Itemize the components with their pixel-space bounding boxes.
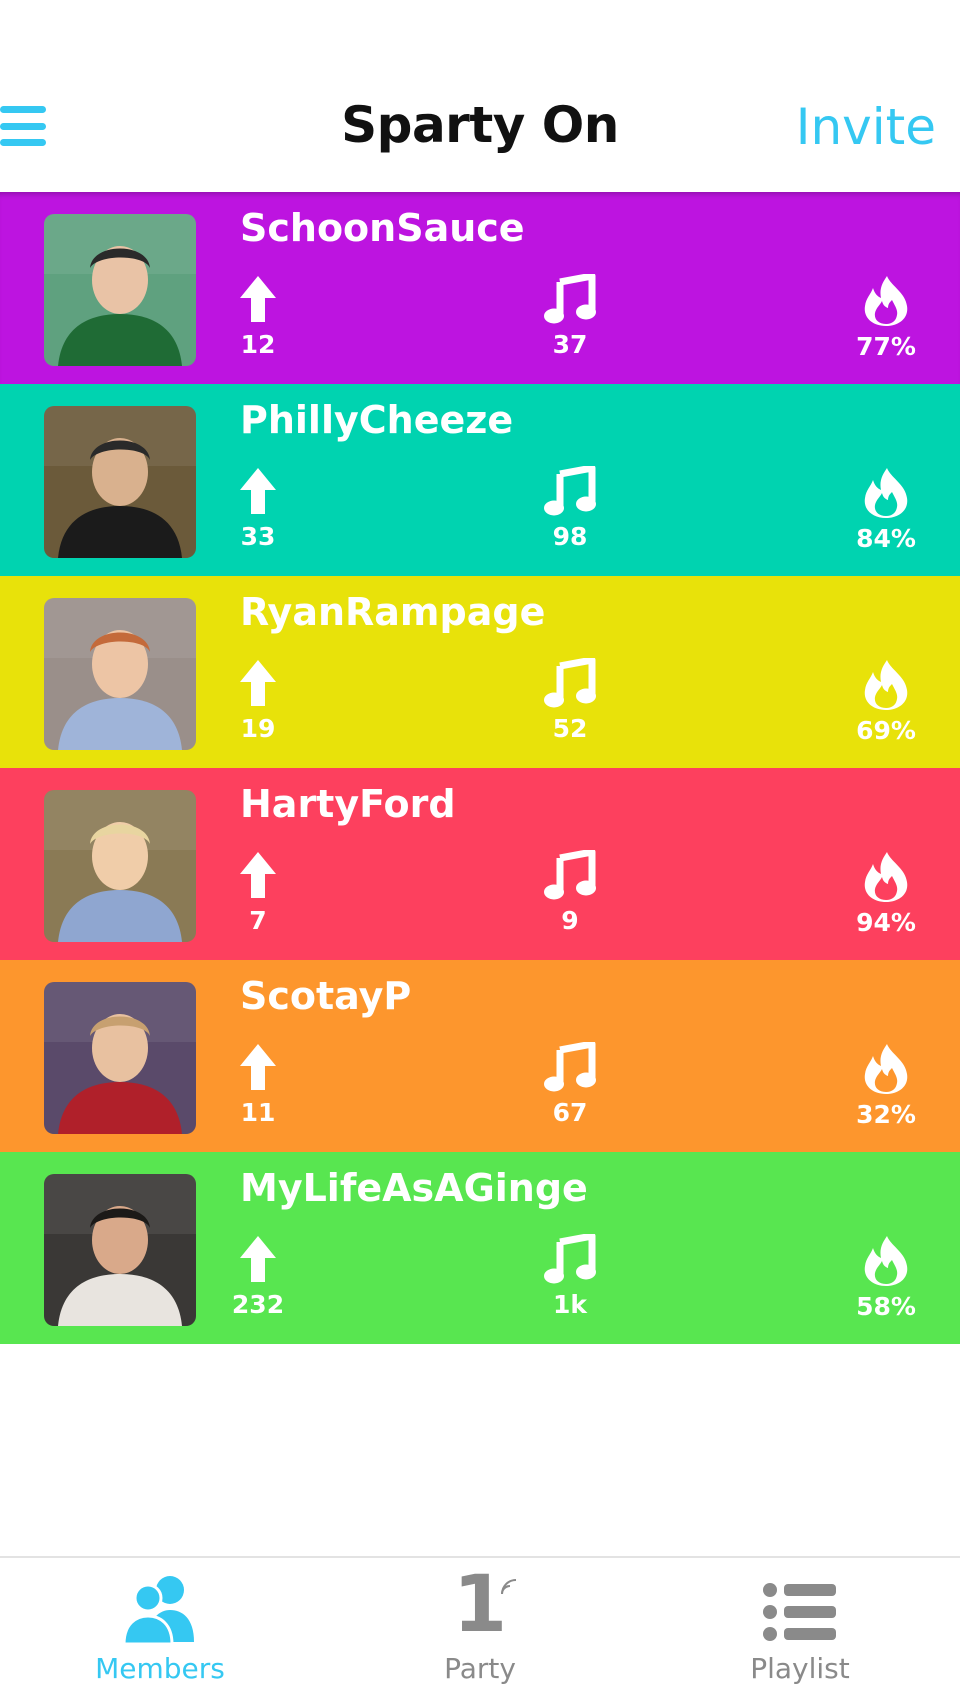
upvote-count: 33 <box>240 522 276 551</box>
avatar-photo <box>44 790 196 942</box>
avatar[interactable] <box>44 406 196 558</box>
songs-stat: 37 <box>510 274 630 359</box>
avatar-photo <box>44 598 196 750</box>
songs-count: 98 <box>552 522 588 551</box>
music-note-icon <box>544 466 596 516</box>
member-name: MyLifeAsAGinge <box>240 1166 588 1210</box>
upvote-stat: 7 <box>198 850 318 935</box>
hot-stat: 94% <box>826 850 946 937</box>
party-number-icon: 1 <box>452 1560 508 1650</box>
app-header: Sparty On Invite <box>0 0 960 192</box>
flame-icon <box>864 852 908 902</box>
upvote-arrow-icon <box>240 1236 276 1282</box>
member-row[interactable]: RyanRampage 19 52 69% <box>0 576 960 768</box>
avatar[interactable] <box>44 214 196 366</box>
member-row[interactable]: PhillyCheeze 33 98 84% <box>0 384 960 576</box>
hot-percent: 58% <box>856 1292 916 1321</box>
member-row[interactable]: SchoonSauce 12 37 77% <box>0 192 960 384</box>
member-row[interactable]: HartyFord 7 9 94% <box>0 768 960 960</box>
avatar[interactable] <box>44 982 196 1134</box>
hot-stat: 69% <box>826 658 946 745</box>
music-note-icon <box>544 274 596 324</box>
flame-icon <box>864 1236 908 1286</box>
songs-stat: 9 <box>510 850 630 935</box>
music-note-icon <box>544 850 596 900</box>
member-name: ScotayP <box>240 974 412 1018</box>
avatar[interactable] <box>44 598 196 750</box>
tab-members-label: Members <box>95 1652 225 1685</box>
hot-percent: 84% <box>856 524 916 553</box>
upvote-count: 12 <box>240 330 276 359</box>
member-list: SchoonSauce 12 37 77% PhillyCheeze 33 98 84% Rya… <box>0 192 960 1344</box>
member-row[interactable]: MyLifeAsAGinge 232 1k 58% <box>0 1152 960 1344</box>
upvote-count: 19 <box>240 714 276 743</box>
members-icon <box>122 1576 194 1644</box>
upvote-count: 11 <box>240 1098 276 1127</box>
tab-party-label: Party <box>444 1652 516 1685</box>
tab-party[interactable]: 1 Party <box>320 1558 640 1706</box>
upvote-stat: 19 <box>198 658 318 743</box>
flame-icon <box>864 468 908 518</box>
hot-percent: 69% <box>856 716 916 745</box>
flame-icon <box>864 660 908 710</box>
tab-members[interactable]: Members <box>0 1558 320 1706</box>
hot-stat: 84% <box>826 466 946 553</box>
member-name: HartyFord <box>240 782 456 826</box>
upvote-stat: 33 <box>198 466 318 551</box>
hot-percent: 94% <box>856 908 916 937</box>
avatar-photo <box>44 214 196 366</box>
flame-icon <box>864 1044 908 1094</box>
songs-stat: 67 <box>510 1042 630 1127</box>
member-name: PhillyCheeze <box>240 398 514 442</box>
upvote-stat: 12 <box>198 274 318 359</box>
avatar-photo <box>44 406 196 558</box>
member-name: SchoonSauce <box>240 206 525 250</box>
upvote-arrow-icon <box>240 468 276 514</box>
tab-playlist-label: Playlist <box>750 1652 850 1685</box>
upvote-count: 232 <box>231 1290 285 1319</box>
upvote-arrow-icon <box>240 276 276 322</box>
upvote-count: 7 <box>249 906 267 935</box>
signal-icon <box>501 1579 517 1595</box>
hot-percent: 32% <box>856 1100 916 1129</box>
member-name: RyanRampage <box>240 590 546 634</box>
upvote-stat: 11 <box>198 1042 318 1127</box>
songs-count: 52 <box>552 714 588 743</box>
songs-count: 1k <box>552 1290 588 1319</box>
songs-stat: 1k <box>510 1234 630 1319</box>
hot-percent: 77% <box>856 332 916 361</box>
songs-stat: 52 <box>510 658 630 743</box>
flame-icon <box>864 276 908 326</box>
music-note-icon <box>544 658 596 708</box>
hot-stat: 32% <box>826 1042 946 1129</box>
playlist-icon <box>763 1583 836 1641</box>
avatar[interactable] <box>44 1174 196 1326</box>
songs-count: 9 <box>561 906 579 935</box>
avatar-photo <box>44 982 196 1134</box>
hot-stat: 77% <box>826 274 946 361</box>
avatar-photo <box>44 1174 196 1326</box>
upvote-arrow-icon <box>240 852 276 898</box>
tab-bar: Members 1 Party Playlist <box>0 1556 960 1706</box>
upvote-arrow-icon <box>240 1044 276 1090</box>
hot-stat: 58% <box>826 1234 946 1321</box>
music-note-icon <box>544 1042 596 1092</box>
songs-stat: 98 <box>510 466 630 551</box>
member-row[interactable]: ScotayP 11 67 32% <box>0 960 960 1152</box>
upvote-stat: 232 <box>198 1234 318 1319</box>
upvote-arrow-icon <box>240 660 276 706</box>
tab-playlist[interactable]: Playlist <box>640 1558 960 1706</box>
songs-count: 37 <box>552 330 588 359</box>
songs-count: 67 <box>552 1098 588 1127</box>
avatar[interactable] <box>44 790 196 942</box>
music-note-icon <box>544 1234 596 1284</box>
invite-button[interactable]: Invite <box>796 98 936 156</box>
